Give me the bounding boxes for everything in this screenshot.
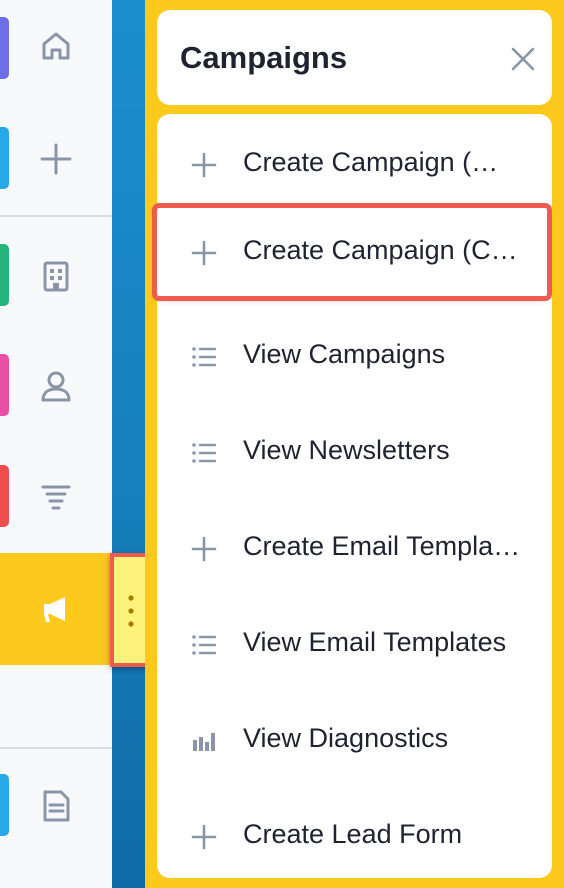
building-icon	[43, 261, 69, 292]
person-icon	[41, 371, 71, 402]
rail-accent	[0, 244, 9, 306]
plus-icon	[191, 536, 217, 562]
panel-header: Campaigns	[157, 10, 552, 105]
more-vertical-icon	[128, 595, 134, 627]
menu-item-label: Create Lead Form	[243, 819, 463, 849]
rail-item-create[interactable]	[0, 105, 112, 215]
menu-item-label: Create Campaign (…	[243, 147, 499, 177]
menu-item-label: Create Email Templa…	[243, 531, 521, 561]
rail-accent	[0, 354, 9, 416]
rail-item-home[interactable]	[0, 0, 112, 110]
rail-accent	[0, 127, 9, 189]
menu-item-create-campaign-c[interactable]: Create Campaign (C…	[152, 203, 552, 301]
rail-divider	[0, 747, 112, 749]
menu-item-label: Create Campaign (C…	[243, 235, 518, 265]
menu-item-view-campaigns[interactable]: View Campaigns	[157, 308, 552, 404]
panel-title: Campaigns	[180, 40, 348, 75]
module-rail	[0, 0, 112, 888]
plus-icon	[191, 240, 217, 266]
menu-item-view-newsletters[interactable]: View Newsletters	[157, 404, 552, 500]
list-icon	[192, 347, 217, 367]
home-icon	[42, 32, 70, 60]
menu-item-label: View Diagnostics	[243, 723, 449, 753]
menu-item-label: View Email Templates	[243, 627, 507, 657]
list-icon	[192, 635, 217, 655]
plus-icon	[40, 143, 72, 175]
campaigns-menu: Create Campaign (… Create Campaign (C… V…	[152, 114, 552, 878]
rail-item-accounts[interactable]	[0, 222, 112, 332]
menu-item-create-campaign-classic[interactable]: Create Campaign (…	[157, 116, 552, 212]
rail-accent	[0, 774, 9, 836]
menu-item-label: View Campaigns	[243, 339, 446, 369]
menu-item-create-email-template[interactable]: Create Email Templa…	[157, 500, 552, 596]
menu-item-view-email-templates[interactable]: View Email Templates	[157, 596, 552, 692]
filter-icon	[41, 485, 71, 510]
rail-accent	[0, 465, 9, 527]
rail-item-documents[interactable]	[0, 752, 112, 862]
close-icon[interactable]	[510, 46, 536, 72]
document-icon	[43, 790, 70, 822]
rail-item-campaigns[interactable]	[0, 553, 112, 665]
plus-icon	[191, 824, 217, 850]
megaphone-icon	[44, 597, 65, 622]
rail-item-leads[interactable]	[0, 443, 112, 553]
menu-item-view-diagnostics[interactable]: View Diagnostics	[157, 692, 552, 788]
rail-accent	[0, 17, 9, 79]
panel-divider-strip	[112, 0, 145, 888]
plus-icon	[191, 152, 217, 178]
rail-divider	[0, 215, 112, 217]
menu-item-label: View Newsletters	[243, 435, 450, 465]
menu-item-create-lead-form[interactable]: Create Lead Form	[157, 788, 552, 884]
rail-item-contacts[interactable]	[0, 332, 112, 442]
bar-chart-icon	[193, 733, 215, 751]
list-icon	[192, 443, 217, 463]
